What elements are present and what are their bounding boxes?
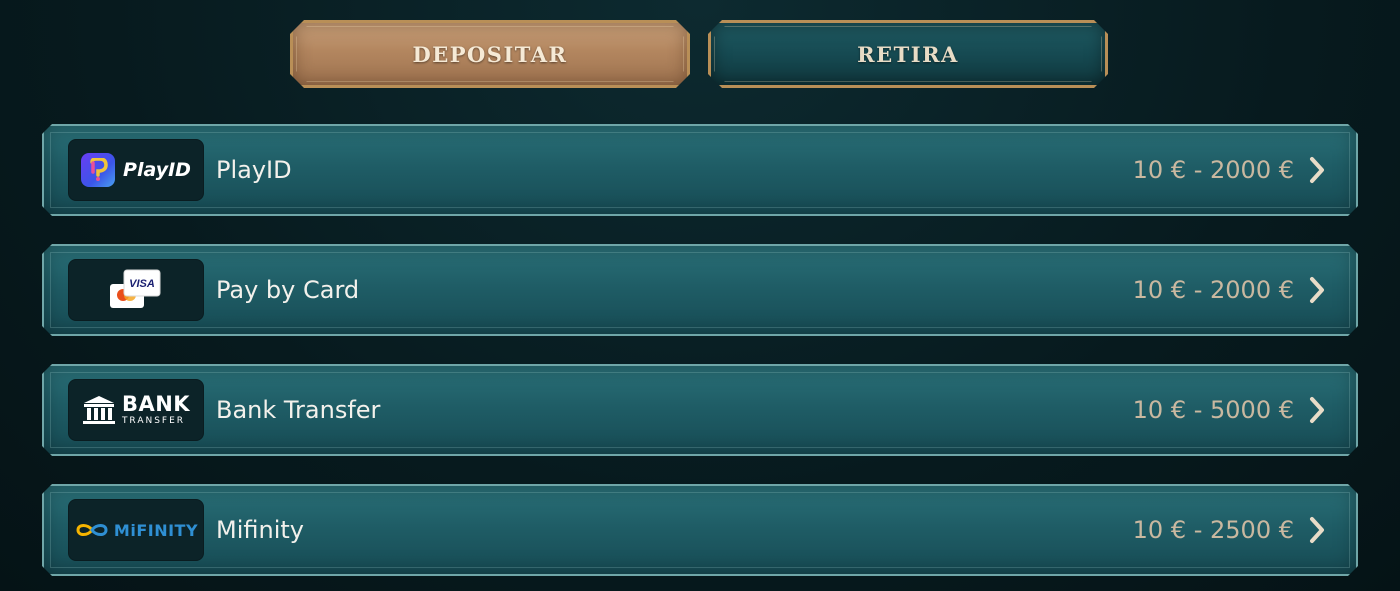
method-name: Pay by Card bbox=[216, 276, 360, 304]
chevron-right-icon bbox=[1308, 276, 1326, 304]
method-row-playid[interactable]: PlayID PlayID 10 € - 2000 € bbox=[42, 124, 1358, 216]
method-name: Bank Transfer bbox=[216, 396, 381, 424]
playid-logo: PlayID bbox=[68, 139, 204, 201]
method-name: PlayID bbox=[216, 156, 292, 184]
tab-deposit-label: DEPOSITAR bbox=[412, 41, 568, 67]
chevron-right-icon bbox=[1308, 156, 1326, 184]
mifinity-logo-text: MiFINITY bbox=[113, 520, 199, 540]
card-icon: VISA bbox=[108, 268, 164, 312]
method-range: 10 € - 2000 € bbox=[1132, 156, 1294, 184]
payment-page: DEPOSITAR RETIRA PlayID PlayID 10 € - 20… bbox=[0, 0, 1400, 591]
visa-card-logo: VISA bbox=[68, 259, 204, 321]
chevron-right-icon bbox=[1308, 516, 1326, 544]
method-range: 10 € - 5000 € bbox=[1132, 396, 1294, 424]
bank-logo-subtext: TRANSFER bbox=[121, 416, 186, 426]
visa-logo-text: VISA bbox=[129, 278, 155, 290]
method-row-mifinity[interactable]: MiFINITY Mifinity 10 € - 2500 € bbox=[42, 484, 1358, 576]
mifinity-logo: MiFINITY bbox=[68, 499, 204, 561]
method-name: Mifinity bbox=[216, 516, 304, 544]
chevron-right-icon bbox=[1308, 396, 1326, 424]
bank-logo-text: BANK bbox=[121, 392, 191, 416]
method-row-bank-transfer[interactable]: BANK TRANSFER Bank Transfer 10 € - 5000 … bbox=[42, 364, 1358, 456]
tab-withdraw[interactable]: RETIRA bbox=[708, 20, 1108, 88]
playid-logo-text: PlayID bbox=[123, 159, 191, 181]
method-range: 10 € - 2000 € bbox=[1132, 276, 1294, 304]
bank-transfer-logo: BANK TRANSFER bbox=[68, 379, 204, 441]
tab-deposit[interactable]: DEPOSITAR bbox=[290, 20, 690, 88]
method-row-card[interactable]: VISA Pay by Card 10 € - 2000 € bbox=[42, 244, 1358, 336]
method-range: 10 € - 2500 € bbox=[1132, 516, 1294, 544]
bank-icon bbox=[82, 394, 116, 426]
infinity-icon bbox=[74, 521, 110, 539]
payment-methods-list: PlayID PlayID 10 € - 2000 € VISA Pay by … bbox=[42, 124, 1358, 591]
tab-withdraw-label: RETIRA bbox=[857, 41, 959, 67]
playid-badge-icon bbox=[81, 153, 115, 187]
